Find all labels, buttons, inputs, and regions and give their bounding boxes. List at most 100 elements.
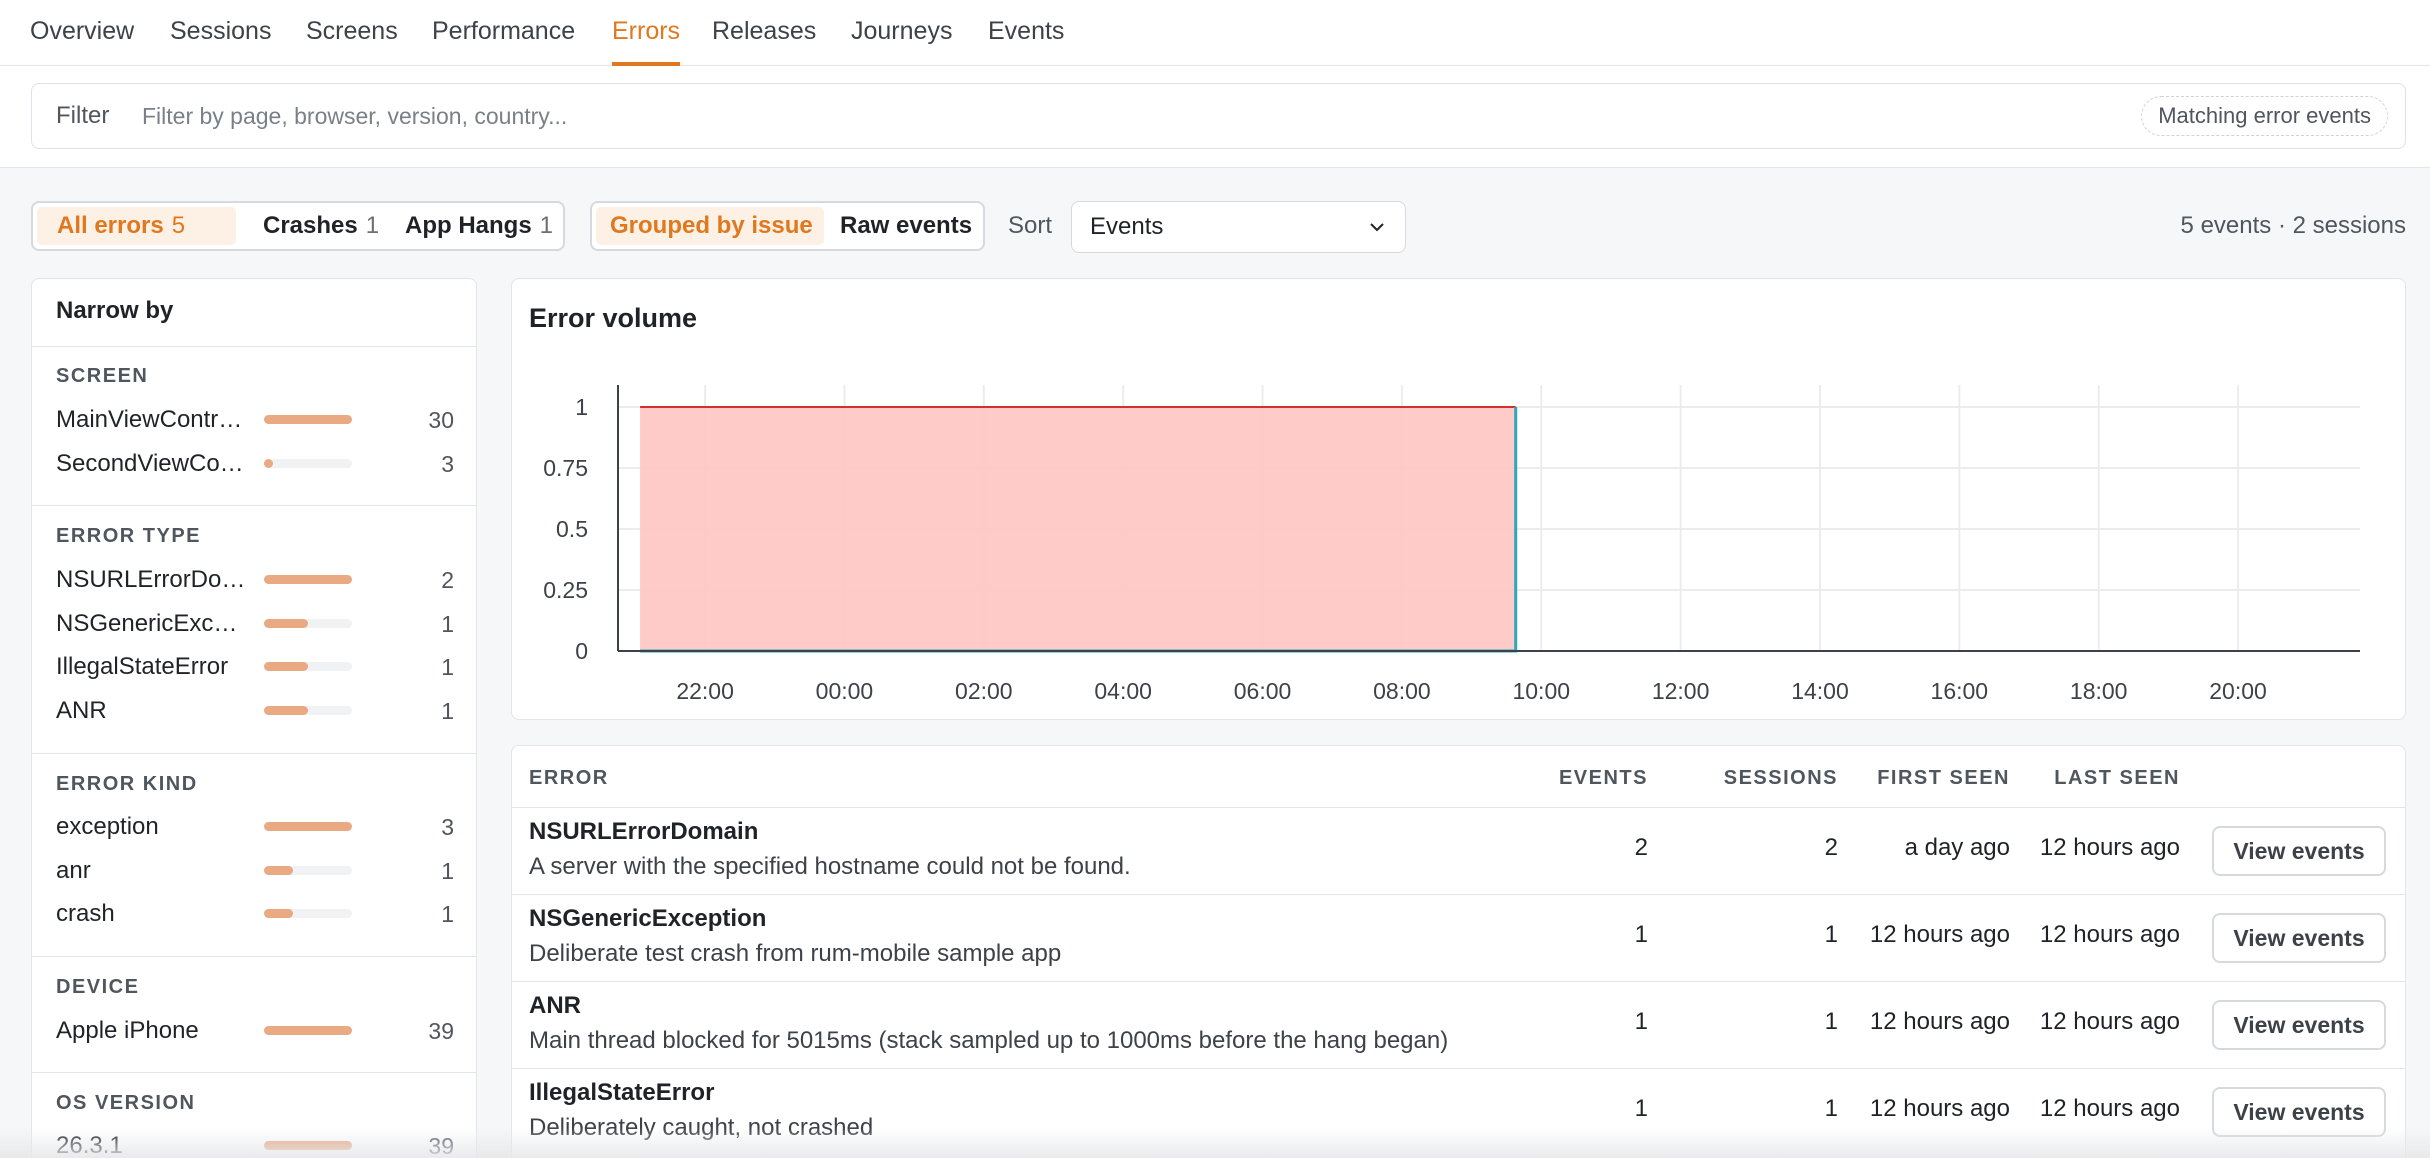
facet-row[interactable]: anr 1 xyxy=(56,856,454,886)
facet-count: 1 xyxy=(441,858,454,884)
chevron-down-icon xyxy=(1370,223,1384,232)
col-first-seen[interactable]: FIRST SEEN xyxy=(1877,767,2010,790)
facet-count: 3 xyxy=(441,814,454,840)
table-row[interactable]: NSGenericException Deliberate test crash… xyxy=(512,895,2405,981)
divider xyxy=(32,753,476,754)
error-area-fill xyxy=(640,407,1516,651)
facet-bar xyxy=(264,459,352,468)
facet-label: 26.3.1 xyxy=(56,1132,123,1158)
table-row[interactable]: IllegalStateError Deliberately caught, n… xyxy=(512,1069,2405,1155)
tab-journeys[interactable]: Journeys xyxy=(851,0,952,66)
table-row[interactable]: NSURLErrorDomain A server with the speci… xyxy=(512,808,2405,894)
y-tick-label: 0.5 xyxy=(556,516,588,542)
facet-row[interactable]: IllegalStateError 1 xyxy=(56,652,454,682)
facet-bar-fill xyxy=(264,706,308,715)
section-device-title: DEVICE xyxy=(56,976,140,998)
last-seen: 12 hours ago xyxy=(2039,1095,2180,1122)
facet-row[interactable]: crash 1 xyxy=(56,899,454,929)
sort-select[interactable]: Events xyxy=(1071,201,1406,253)
facet-bar xyxy=(264,662,352,671)
facet-bar xyxy=(264,575,352,584)
view-events-button[interactable]: View events xyxy=(2212,913,2386,963)
crashes-toggle[interactable]: Crashes 1 xyxy=(249,207,379,245)
view-events-button[interactable]: View events xyxy=(2212,1087,2386,1137)
error-message: Main thread blocked for 5015ms (stack sa… xyxy=(529,1027,1449,1054)
facet-row[interactable]: NSGenericException 1 xyxy=(56,609,454,639)
facet-bar xyxy=(264,1026,352,1035)
facet-bar-fill xyxy=(264,415,352,424)
x-tick-label: 16:00 xyxy=(1931,678,1989,704)
view-events-button[interactable]: View events xyxy=(2212,826,2386,876)
x-tick-label: 08:00 xyxy=(1373,678,1431,704)
section-error-kind-title: ERROR KIND xyxy=(56,773,198,795)
events-count: 1 xyxy=(1634,1095,1648,1122)
facet-label: SecondViewController xyxy=(56,450,246,477)
sort-value: Events xyxy=(1090,213,1164,240)
facet-count: 1 xyxy=(441,654,454,680)
tab-performance[interactable]: Performance xyxy=(432,0,575,66)
col-sessions[interactable]: SESSIONS xyxy=(1724,767,1838,790)
app-hangs-label: App Hangs xyxy=(405,212,532,239)
all-errors-toggle[interactable]: All errors 5 xyxy=(37,207,236,245)
facet-bar-fill xyxy=(264,1026,352,1035)
col-events[interactable]: EVENTS xyxy=(1559,767,1648,790)
y-tick-label: 0.25 xyxy=(543,577,588,603)
facet-bar-fill xyxy=(264,662,308,671)
errors-table: ERROR EVENTS SESSIONS FIRST SEEN LAST SE… xyxy=(511,745,2406,1158)
facet-row[interactable]: Apple iPhone 39 xyxy=(56,1016,454,1046)
grouped-by-issue-toggle[interactable]: Grouped by issue xyxy=(596,207,824,245)
facet-label: crash xyxy=(56,900,115,927)
facet-row[interactable]: MainViewController 30 xyxy=(56,405,454,435)
error-kind-segment: All errors 5 Crashes 1 App Hangs 1 xyxy=(31,201,565,251)
view-events-button[interactable]: View events xyxy=(2212,1000,2386,1050)
error-name: NSGenericException xyxy=(529,905,767,932)
tab-screens[interactable]: Screens xyxy=(306,0,398,66)
error-message: Deliberate test crash from rum-mobile sa… xyxy=(529,940,1062,967)
facet-row[interactable]: 26.3.1 39 xyxy=(56,1131,454,1158)
facet-row[interactable]: exception 3 xyxy=(56,812,454,842)
facet-bar xyxy=(264,619,352,628)
y-tick-label: 0 xyxy=(575,638,588,664)
filter-bar: Filter Matching error events xyxy=(0,66,2430,168)
tab-sessions[interactable]: Sessions xyxy=(170,0,271,66)
col-last-seen[interactable]: LAST SEEN xyxy=(2054,767,2180,790)
facet-bar xyxy=(264,822,352,831)
filter-input[interactable] xyxy=(142,96,2122,136)
facet-label: ANR xyxy=(56,697,107,724)
filter-label: Filter xyxy=(56,102,110,129)
section-error-type-title: ERROR TYPE xyxy=(56,525,202,547)
facet-count: 2 xyxy=(441,567,454,593)
raw-events-toggle[interactable]: Raw events xyxy=(832,207,980,245)
table-row[interactable]: ANR Main thread blocked for 5015ms (stac… xyxy=(512,982,2405,1068)
error-volume-chart: 0 0.25 0.5 0.75 1 22:00 00:00 02:00 04:00 06:00 08… xyxy=(543,385,2360,704)
facet-bar-fill xyxy=(264,459,273,468)
facet-count: 30 xyxy=(428,407,454,433)
facet-bar-fill xyxy=(264,575,352,584)
tab-errors[interactable]: Errors xyxy=(612,0,681,66)
tab-releases[interactable]: Releases xyxy=(712,0,816,66)
last-seen: 12 hours ago xyxy=(2039,921,2180,948)
facet-bar-fill xyxy=(264,822,352,831)
error-name: NSURLErrorDomain xyxy=(529,818,759,845)
facet-row[interactable]: NSURLErrorDomain 2 xyxy=(56,565,454,595)
facet-count: 39 xyxy=(428,1133,454,1158)
tab-events[interactable]: Events xyxy=(988,0,1064,66)
tab-overview[interactable]: Overview xyxy=(30,0,134,66)
matching-events-chip[interactable]: Matching error events xyxy=(2141,96,2388,136)
x-tick-label: 04:00 xyxy=(1094,678,1152,704)
x-tick-label: 12:00 xyxy=(1652,678,1710,704)
crashes-count: 1 xyxy=(365,212,380,239)
y-tick-label: 1 xyxy=(575,394,588,420)
facet-label: Apple iPhone xyxy=(56,1017,199,1044)
app-hangs-toggle[interactable]: App Hangs 1 xyxy=(391,207,561,245)
divider xyxy=(32,956,476,957)
facet-row[interactable]: ANR 1 xyxy=(56,696,454,726)
facet-count: 1 xyxy=(441,901,454,927)
facet-bar xyxy=(264,706,352,715)
app-hangs-count: 1 xyxy=(539,212,554,239)
facet-count: 39 xyxy=(428,1018,454,1044)
x-tick-label: 18:00 xyxy=(2070,678,2128,704)
events-count: 1 xyxy=(1634,921,1648,948)
facet-row[interactable]: SecondViewController 3 xyxy=(56,449,454,479)
facet-bar-fill xyxy=(264,866,294,875)
